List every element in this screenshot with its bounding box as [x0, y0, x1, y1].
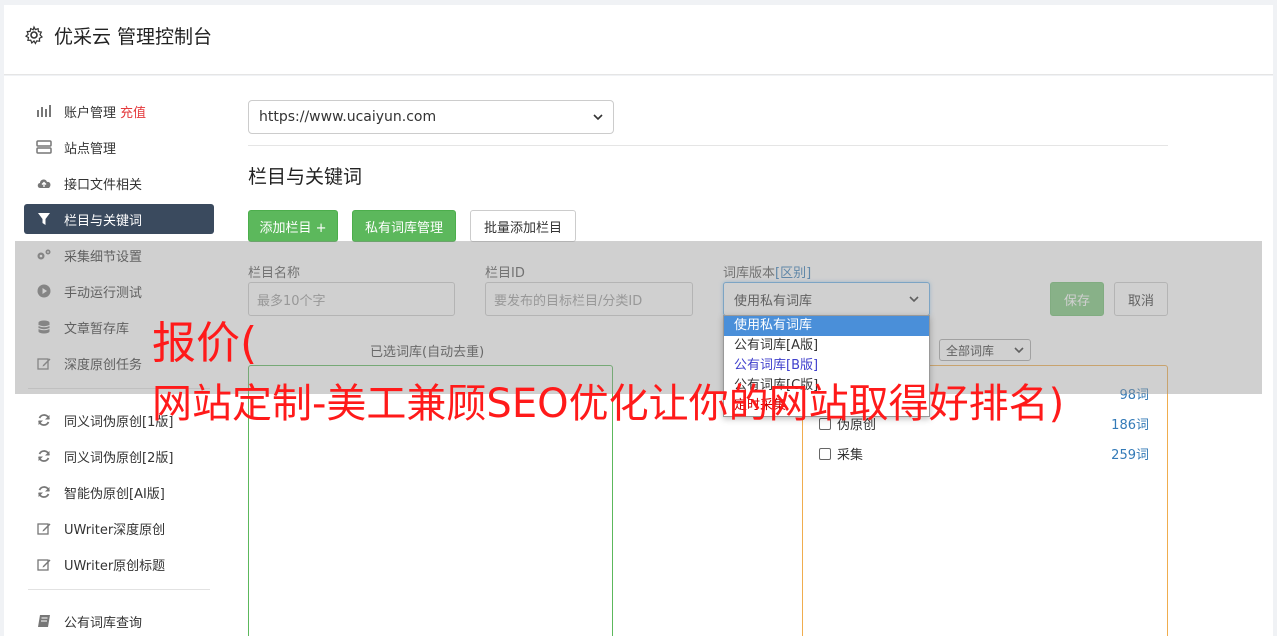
- server-icon: [36, 139, 52, 155]
- sidebar-item-columns-keywords[interactable]: 栏目与关键词: [24, 204, 214, 234]
- sidebar-item-label: 账户管理: [64, 105, 117, 121]
- sidebar-item-account[interactable]: 账户管理 充值: [24, 96, 214, 126]
- refresh-icon: [36, 448, 52, 464]
- sidebar-item-uwriter-title[interactable]: UWriter原创标题: [24, 549, 214, 579]
- refresh-icon: [36, 412, 52, 428]
- dropdown-option[interactable]: 使用私有词库: [724, 316, 929, 336]
- selected-lib-box[interactable]: [248, 365, 613, 636]
- sidebar-item-label: 站点管理: [64, 141, 117, 157]
- dropdown-option[interactable]: 公有词库[B版]: [724, 356, 929, 376]
- list-item[interactable]: 采集 259词: [819, 444, 1149, 463]
- dropdown-option[interactable]: 公有词库[C版]: [724, 376, 929, 396]
- dropdown-option[interactable]: 定时采集: [724, 396, 929, 416]
- sidebar-item-api-files[interactable]: 接口文件相关: [24, 168, 214, 198]
- cloud-upload-icon: [36, 175, 52, 191]
- checkbox[interactable]: [819, 417, 831, 430]
- content-area: https://www.ucaiyun.com 栏目与关键词 添加栏目 + 私有…: [248, 100, 1168, 636]
- sidebar-item-label: 智能伪原创[AI版]: [64, 486, 165, 502]
- sidebar-item-sites[interactable]: 站点管理: [24, 132, 214, 162]
- sidebar-divider: [28, 589, 210, 590]
- site-select-value: https://www.ucaiyun.com: [259, 109, 437, 125]
- sidebar-item-label: UWriter原创标题: [64, 558, 166, 574]
- private-lib-button[interactable]: 私有词库管理: [352, 210, 456, 242]
- chevron-down-icon: [593, 114, 603, 121]
- page-title: 优采云 管理控制台: [54, 26, 213, 48]
- batch-add-column-button[interactable]: 批量添加栏目: [470, 210, 576, 242]
- sidebar-item-public-lib-query[interactable]: 公有词库查询: [24, 606, 214, 636]
- edit-icon: [36, 556, 52, 572]
- book-icon: [36, 613, 52, 629]
- bar-chart-icon: [36, 103, 52, 119]
- top-header: 优采云 管理控制台: [4, 5, 1273, 75]
- sidebar-item-label: 同义词伪原创[1版]: [64, 414, 174, 430]
- recharge-link[interactable]: 充值: [120, 102, 146, 121]
- sidebar-item-ai-rewrite[interactable]: 智能伪原创[AI版]: [24, 477, 214, 507]
- sidebar-item-label: 公有词库查询: [64, 615, 143, 631]
- sidebar-item-label: 栏目与关键词: [64, 213, 143, 229]
- sidebar-item-label: 同义词伪原创[2版]: [64, 450, 174, 466]
- gear-icon: [24, 25, 43, 45]
- refresh-icon: [36, 484, 52, 500]
- sidebar-item-synonym-v1[interactable]: 同义词伪原创[1版]: [24, 405, 214, 435]
- sidebar-item-label: 接口文件相关: [64, 177, 143, 193]
- sidebar-item-synonym-v2[interactable]: 同义词伪原创[2版]: [24, 441, 214, 471]
- dropdown-option[interactable]: 公有词库[A版]: [724, 336, 929, 356]
- edit-icon: [36, 520, 52, 536]
- overlay-band: [15, 241, 1262, 394]
- site-select[interactable]: https://www.ucaiyun.com: [248, 100, 614, 134]
- sidebar-item-uwriter-deep[interactable]: UWriter深度原创: [24, 513, 214, 543]
- section-title: 栏目与关键词: [248, 166, 363, 188]
- checkbox[interactable]: [819, 447, 831, 460]
- divider: [248, 145, 1168, 146]
- filter-icon: [36, 211, 52, 227]
- sidebar-item-label: UWriter深度原创: [64, 522, 166, 538]
- add-column-button[interactable]: 添加栏目 +: [248, 210, 338, 242]
- lib-version-dropdown[interactable]: 使用私有词库 公有词库[A版] 公有词库[B版] 公有词库[C版] 定时采集: [723, 315, 930, 417]
